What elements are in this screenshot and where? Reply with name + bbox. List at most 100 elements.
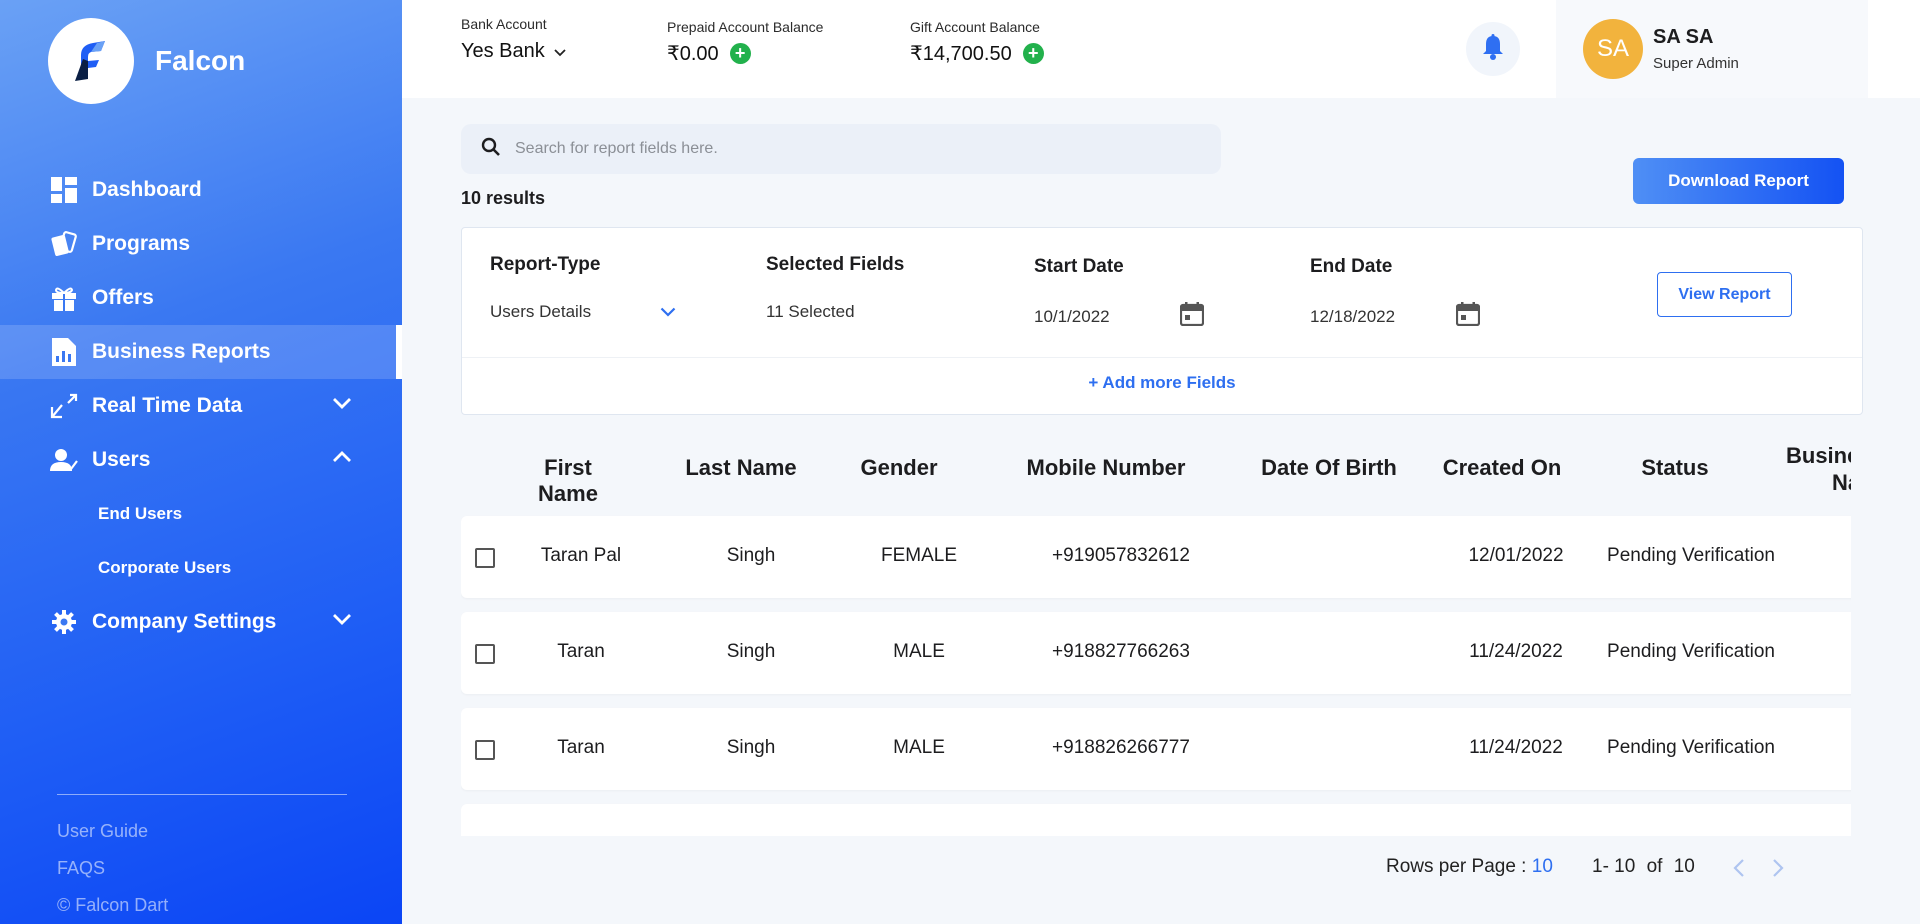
add-more-fields-link[interactable]: + Add more Fields	[462, 373, 1862, 393]
cell-mobile-number: +919057832612	[1052, 545, 1190, 566]
search-input[interactable]	[515, 140, 1155, 158]
divider	[57, 794, 347, 795]
add-prepaid-button[interactable]: +	[729, 43, 751, 64]
search-bar	[461, 124, 1221, 174]
cell-mobile-number: +918826266777	[1052, 737, 1190, 758]
sidebar-footer: User Guide FAQS © Falcon Dart	[57, 794, 347, 924]
user-profile[interactable]: SA SA SA Super Admin	[1556, 0, 1868, 98]
bank-account-value: Yes Bank	[461, 40, 545, 62]
dashboard-icon	[50, 176, 78, 204]
sidebar-subitem-corporate-users[interactable]: Corporate Users	[0, 541, 402, 595]
column-header-gender[interactable]: Gender	[844, 455, 954, 481]
notifications-button[interactable]	[1466, 22, 1520, 76]
search-icon	[481, 137, 501, 162]
chevron-down-icon	[554, 40, 566, 63]
table-row[interactable]	[461, 804, 1851, 836]
end-date-input[interactable]: 12/18/2022	[1310, 302, 1481, 331]
cell-gender: MALE	[893, 737, 945, 758]
table-row[interactable]: Taran Singh MALE +918826266777 11/24/202…	[461, 708, 1851, 790]
start-date-filter: Start Date 10/1/2022	[1034, 256, 1205, 331]
column-header-mobile-number[interactable]: Mobile Number	[1021, 455, 1191, 481]
report-type-filter: Report-Type Users Details	[490, 254, 676, 322]
sidebar-item-users[interactable]: Users	[0, 433, 402, 487]
sidebar-item-company-settings[interactable]: Company Settings	[0, 595, 402, 649]
column-header-business-name[interactable]: Busine Na	[1786, 442, 1851, 496]
sidebar-item-business-reports[interactable]: Business Reports	[0, 325, 402, 379]
avatar: SA	[1583, 19, 1643, 79]
report-icon	[50, 338, 78, 366]
copyright-text: © Falcon Dart	[57, 895, 169, 915]
start-date-input[interactable]: 10/1/2022	[1034, 302, 1205, 331]
sidebar-subitem-end-users[interactable]: End Users	[0, 487, 402, 541]
column-header-business-line-1: Busine	[1786, 443, 1851, 468]
selected-fields-filter[interactable]: Selected Fields 11 Selected	[766, 254, 904, 322]
sidebar-item-label: Offers	[92, 286, 154, 309]
row-checkbox[interactable]	[475, 548, 495, 568]
chevron-down-icon[interactable]	[332, 612, 352, 631]
cell-last-name: Singh	[726, 641, 776, 662]
gift-icon	[50, 284, 78, 312]
start-date-label: Start Date	[1034, 256, 1124, 277]
bank-account-label: Bank Account	[461, 16, 547, 32]
sidebar-item-offers[interactable]: Offers	[0, 271, 402, 325]
gift-balance-label: Gift Account Balance	[910, 19, 1040, 35]
end-date-label: End Date	[1310, 256, 1393, 277]
row-checkbox[interactable]	[475, 644, 495, 664]
selected-fields-value: 11 Selected	[766, 302, 855, 321]
rows-per-page-label: Rows per Page :	[1386, 856, 1527, 877]
gear-icon	[50, 608, 78, 636]
column-header-first-name[interactable]: First Name	[513, 455, 623, 507]
page-range-of: of	[1646, 856, 1663, 877]
chevron-left-icon	[1733, 859, 1745, 883]
end-date-filter: End Date 12/18/2022	[1310, 256, 1481, 331]
rows-per-page-value[interactable]: 10	[1532, 856, 1553, 877]
report-filters-card: Report-Type Users Details Selected Field…	[461, 227, 1863, 415]
table-row[interactable]: Taran Singh MALE +918827766263 11/24/202…	[461, 612, 1851, 694]
cell-status: Pending Verification	[1607, 641, 1775, 662]
rows-per-page[interactable]: Rows per Page : 10	[1386, 856, 1553, 878]
cell-created-on: 12/01/2022	[1468, 545, 1564, 566]
calendar-icon[interactable]	[1455, 302, 1481, 331]
calendar-icon[interactable]	[1179, 302, 1205, 331]
cell-mobile-number: +918827766263	[1052, 641, 1190, 662]
next-page-button[interactable]	[1772, 858, 1784, 884]
prev-page-button[interactable]	[1733, 858, 1745, 884]
brand-name: Falcon	[155, 45, 246, 76]
column-header-status[interactable]: Status	[1625, 455, 1725, 481]
cell-last-name: Singh	[726, 737, 776, 758]
column-header-date-of-birth[interactable]: Date Of Birth	[1249, 455, 1409, 481]
top-bar: Bank Account Yes Bank Prepaid Account Ba…	[402, 0, 1920, 98]
page-total: 10	[1673, 856, 1695, 877]
column-header-last-name[interactable]: Last Name	[676, 455, 806, 481]
add-gift-button[interactable]: +	[1022, 43, 1044, 64]
user-guide-link[interactable]: User Guide	[57, 813, 347, 850]
start-date-value: 10/1/2022	[1034, 306, 1110, 326]
cell-first-name: Taran	[557, 641, 605, 662]
sidebar-item-label: Programs	[92, 232, 191, 255]
report-table: First Name Last Name Gender Mobile Numbe…	[461, 428, 1851, 836]
cell-last-name: Singh	[726, 545, 776, 566]
gift-balance: Gift Account Balance ₹14,700.50 +	[910, 19, 1044, 66]
report-type-select[interactable]: Users Details	[490, 302, 676, 322]
brand[interactable]: Falcon	[48, 18, 245, 104]
prepaid-balance-value: ₹0.00	[667, 43, 719, 65]
chevron-up-icon[interactable]	[332, 450, 352, 469]
cell-created-on: 11/24/2022	[1469, 641, 1563, 662]
profile-role: Super Admin	[1653, 55, 1739, 72]
download-report-button[interactable]: Download Report	[1633, 158, 1844, 204]
divider	[462, 357, 1862, 358]
sidebar-item-programs[interactable]: Programs	[0, 217, 402, 271]
results-count: 10 results	[461, 188, 546, 208]
table-row[interactable]: Taran Pal Singh FEMALE +919057832612 12/…	[461, 516, 1851, 598]
view-report-button[interactable]: View Report	[1657, 272, 1792, 317]
chevron-down-icon[interactable]	[332, 396, 352, 415]
faqs-link[interactable]: FAQS	[57, 850, 347, 887]
row-checkbox[interactable]	[475, 740, 495, 760]
sidebar-item-dashboard[interactable]: Dashboard	[0, 163, 402, 217]
sidebar-item-label: Business Reports	[92, 340, 271, 363]
column-header-created-on[interactable]: Created On	[1437, 455, 1567, 481]
bank-account-selector[interactable]: Bank Account Yes Bank	[461, 16, 566, 63]
chevron-right-icon	[1772, 859, 1784, 883]
sidebar-item-real-time-data[interactable]: Real Time Data	[0, 379, 402, 433]
page-range-value: 1- 10	[1592, 856, 1636, 877]
